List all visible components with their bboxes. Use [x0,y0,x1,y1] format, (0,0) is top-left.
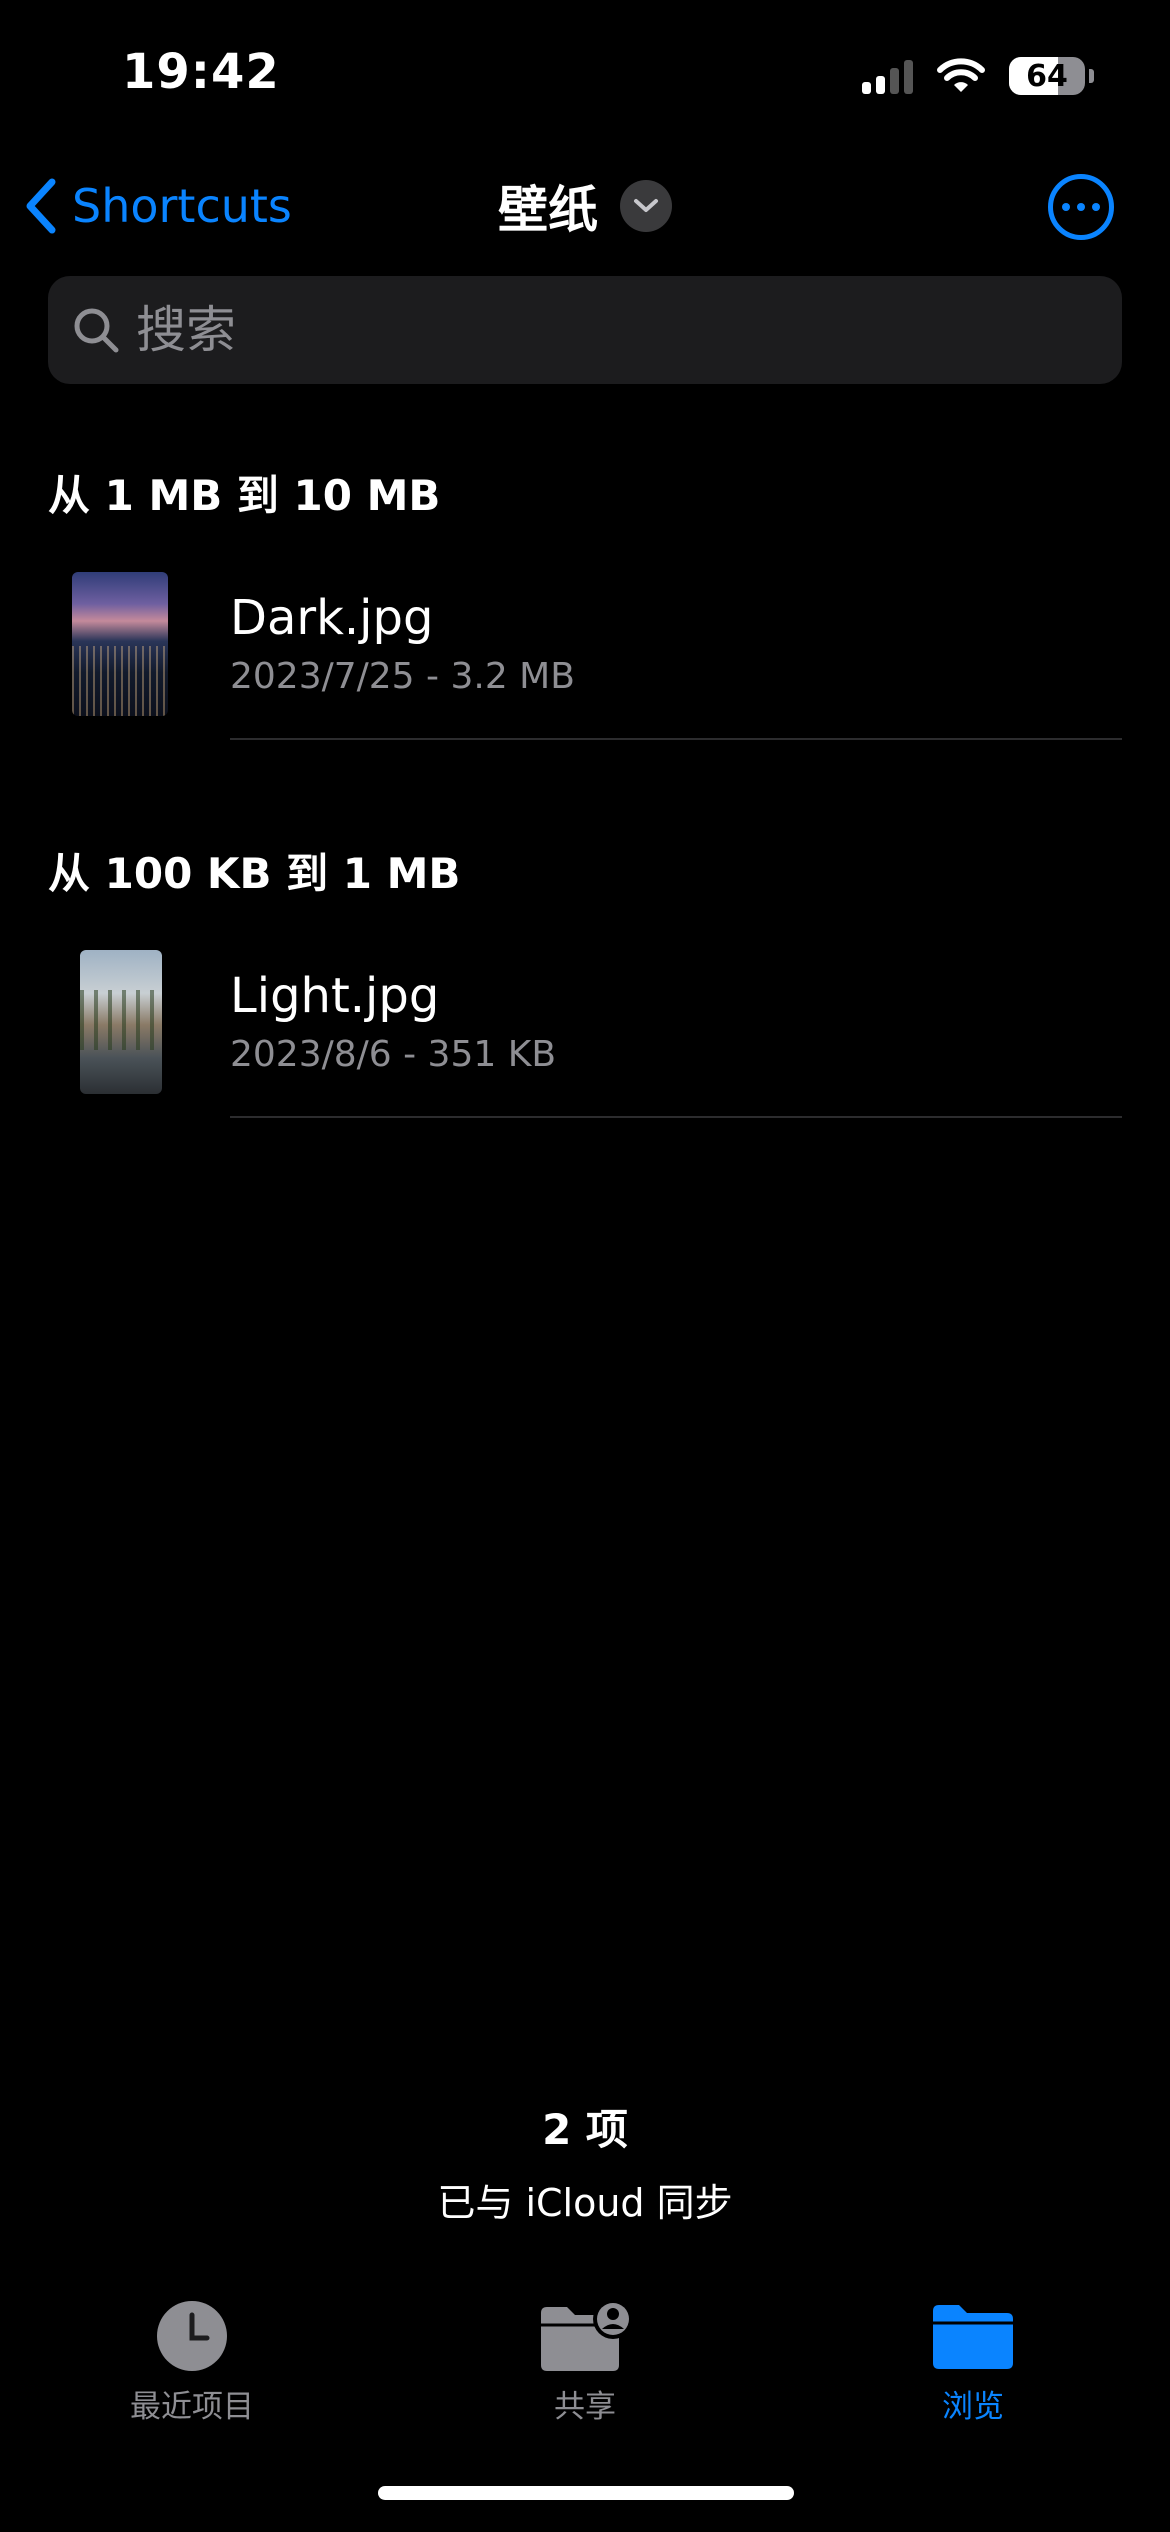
sync-status: 已与 iCloud 同步 [437,2181,733,2225]
file-thumbnail [80,950,162,1094]
title-menu[interactable]: 壁纸 [0,170,1170,242]
battery-percentage: 64 [1026,58,1068,94]
clock-icon [157,2300,227,2371]
tab-recents-label: 最近项目 [130,2389,254,2425]
file-meta: 2023/8/6 - 351 KB [230,1034,557,1075]
file-row-dark[interactable]: Dark.jpg 2023/7/25 - 3.2 MB [0,572,1170,732]
row-divider [230,1116,1122,1118]
tab-browse[interactable]: 浏览 [823,2296,1123,2426]
section-header-large: 从 1 MB 到 10 MB [48,471,441,520]
tab-browse-label: 浏览 [942,2389,1004,2425]
tab-shared[interactable]: 共享 [435,2296,735,2426]
search-icon [74,308,119,353]
file-meta: 2023/7/25 - 3.2 MB [230,656,575,697]
tab-recents[interactable]: 最近项目 [42,2296,342,2426]
item-count: 2 项 [542,2105,628,2154]
more-options-button[interactable] [1048,174,1114,240]
shared-folder-icon [541,2298,633,2371]
battery-icon: 64 [1009,57,1085,95]
section-header-medium: 从 100 KB 到 1 MB [48,849,461,898]
folder-icon [933,2304,1013,2369]
file-name: Light.jpg [230,968,440,1024]
wifi-icon [937,58,985,92]
status-time: 19:42 [122,44,280,100]
files-browser-screen: 19:42 64 Shortcuts 壁纸 搜索 从 1 MB 到 10 MB … [0,0,1170,2532]
file-name: Dark.jpg [230,590,434,646]
row-divider [230,738,1122,740]
file-row-light[interactable]: Light.jpg 2023/8/6 - 351 KB [0,950,1170,1110]
ellipsis-icon [1062,203,1070,211]
search-input[interactable] [136,301,1036,359]
tab-shared-label: 共享 [554,2389,616,2425]
search-bar[interactable] [48,276,1122,384]
home-indicator[interactable] [378,2486,794,2500]
battery-cap [1089,69,1094,83]
file-thumbnail [72,572,168,716]
status-indicators: 64 [862,50,1094,102]
page-title: 壁纸 [498,181,598,239]
cellular-signal-icon [862,58,913,94]
chevron-down-icon[interactable] [620,180,672,232]
